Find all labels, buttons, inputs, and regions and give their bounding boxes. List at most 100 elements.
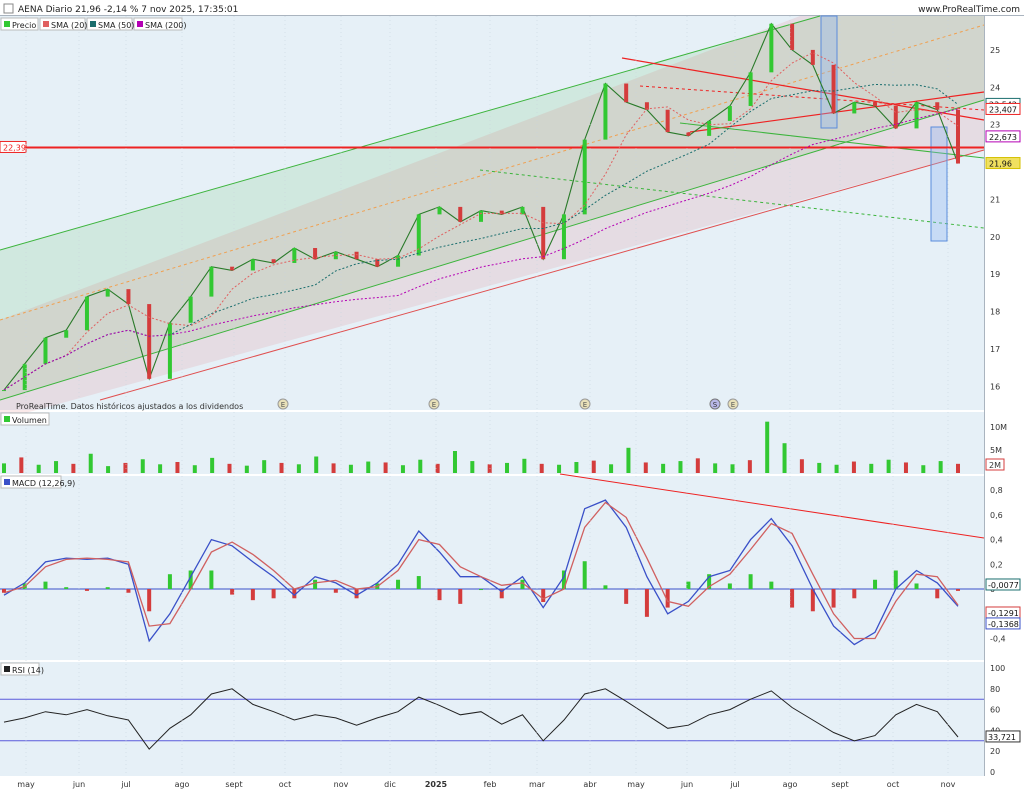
x-tick-label: may [17,780,35,789]
volume-panel[interactable] [0,412,984,474]
price-value-label: 21,96 [989,160,1012,169]
highlight-zone [930,126,948,242]
x-tick-label: sept [225,780,242,789]
volume-bar [314,456,319,473]
rsi-panel[interactable] [0,662,984,776]
price-tick-label: 18 [990,308,1000,317]
macd-value-label: -0,1368 [988,620,1019,629]
brand-link[interactable]: www.ProRealTime.com [918,5,1020,15]
volume-bar [539,463,544,473]
macd-histogram-bar [126,589,131,593]
macd-histogram-bar [686,581,691,590]
volume-bar [452,451,457,473]
x-tick-label: oct [279,780,291,789]
event-marker[interactable]: S [709,398,721,410]
volume-bar [88,453,93,473]
macd-value-label: -0,0077 [988,581,1019,590]
svg-text:E: E [281,401,285,409]
volume-bar [262,460,267,473]
macd-histogram-bar [416,576,421,590]
macd-panel[interactable] [0,476,984,660]
x-tick-label: ago [175,780,190,789]
macd-histogram-bar [313,579,318,590]
x-tick-label: jun [680,780,693,789]
collapse-icon[interactable] [3,3,14,14]
price-candle [437,206,442,215]
macd-tick-label: 0,6 [990,511,1003,520]
macd-histogram-bar [458,589,463,604]
macd-histogram-bar [147,589,152,612]
x-tick-label: dic [384,780,396,789]
volume-bar [522,458,527,473]
x-tick-label: may [627,780,645,789]
legend-sma50[interactable]: SMA (50) [86,17,134,31]
macd-histogram-bar [333,589,338,593]
event-marker[interactable]: E [428,398,440,410]
event-marker[interactable]: E [727,398,739,410]
macd-tick-label: -0,4 [990,634,1006,643]
price-value-label: 22,673 [989,133,1017,142]
price-candle [852,102,857,114]
macd-histogram-bar [396,579,401,590]
macd-histogram-bar [852,589,857,599]
volume-bar [643,462,648,473]
price-candle [665,109,670,133]
price-candle [271,259,276,263]
volume-bar [192,465,197,473]
rsi-title[interactable]: RSI (14) [0,662,44,676]
price-tick-label: 16 [990,382,1000,391]
price-candle [810,49,815,65]
legend-sma20[interactable]: SMA (20) [39,17,87,31]
volume-bar [886,459,891,473]
price-tick-label: 19 [990,270,1000,279]
price-candle [479,210,483,222]
volume-bar [54,461,59,473]
volume-title[interactable]: Volumen [0,412,50,426]
macd-tick-label: 0,2 [990,560,1003,569]
volume-bar [730,464,735,473]
price-candle [727,105,732,121]
volume-bar [678,461,683,473]
volume-bar [400,465,405,473]
event-marker[interactable]: E [579,398,591,410]
macd-value-label: -0,1291 [988,609,1019,618]
price-tick-label: 25 [990,46,1000,55]
macd-histogram-bar [271,589,276,599]
x-tick-label: jun [72,780,85,789]
volume-bar [505,462,510,473]
volume-bar [921,465,926,473]
volume-bar [661,463,666,473]
volume-bar [348,464,353,473]
volume-bar [2,463,6,473]
volume-bar [470,461,475,473]
rsi-tick-label: 20 [990,747,1000,756]
price-candle [126,289,131,305]
price-candle [64,330,69,338]
volume-bar [296,464,301,473]
rsi-tick-label: 0 [990,768,995,777]
macd-histogram-bar [230,589,235,595]
price-candle [561,214,566,260]
price-tick-label: 23 [990,121,1000,130]
legend-price[interactable]: Precio [0,17,39,31]
legend-sma200[interactable]: SMA (200) [133,17,187,31]
x-tick-label: feb [484,780,497,789]
volume-tick-label: 5M [990,446,1002,455]
rsi-tick-label: 100 [990,664,1005,673]
price-candle [914,102,919,129]
volume-bar [244,465,249,473]
x-tick-label: nov [334,780,349,789]
x-tick-label: 2025 [425,780,448,789]
legend-sma200-label: SMA (200) [145,21,187,30]
price-candle [250,259,255,271]
volume-bar [626,447,631,473]
volume-bar [557,464,562,473]
volume-tick-label: 10M [990,423,1007,432]
macd-tick-label: 0,8 [990,486,1003,495]
event-marker[interactable]: E [277,398,289,410]
price-candle [230,266,235,271]
chart-title: AENA Diario 21,96 -2,14 % 7 nov 2025, 17… [18,5,238,15]
stock-chart[interactable]: AENA Diario 21,96 -2,14 % 7 nov 2025, 17… [0,0,1024,791]
volume-bar [383,462,388,473]
legend-price-label: Precio [12,21,36,30]
